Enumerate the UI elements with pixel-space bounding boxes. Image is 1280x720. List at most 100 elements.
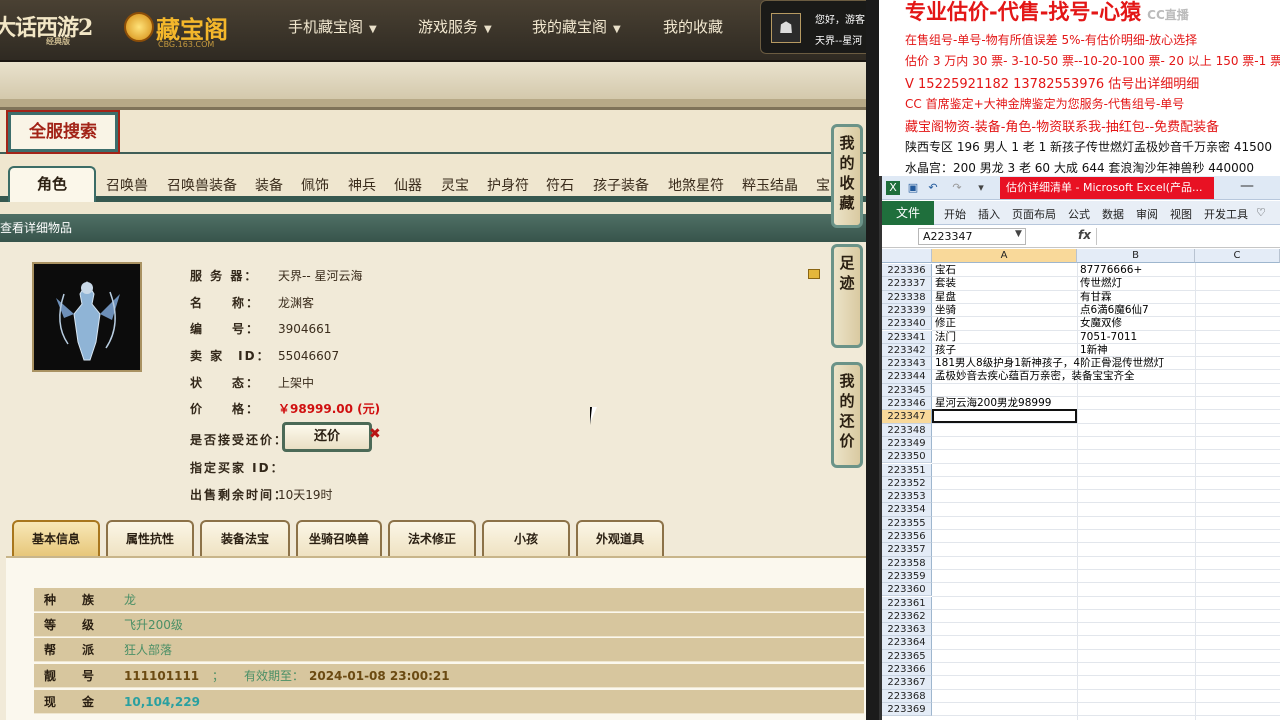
tab-summon-equip[interactable]: 召唤兽装备 (167, 175, 237, 195)
cell-a[interactable]: 星盘 (935, 291, 956, 304)
row-header[interactable]: 223342 (882, 343, 932, 358)
tab-amulet[interactable]: 护身符 (487, 175, 529, 195)
formula-input[interactable] (1096, 228, 1278, 245)
counter-offer-button[interactable]: 还价 (282, 422, 372, 452)
row-header[interactable]: 223348 (882, 423, 932, 437)
tab-summon[interactable]: 召唤兽 (106, 175, 148, 195)
row-header[interactable]: 223339 (882, 303, 932, 318)
ribbon-tab-review[interactable]: 审阅 (1136, 206, 1158, 222)
row-header[interactable]: 223344 (882, 370, 932, 384)
row-header[interactable]: 223363 (882, 623, 932, 637)
name-box[interactable]: A223347 (918, 228, 1026, 245)
tab-accessory[interactable]: 佩饰 (301, 175, 329, 195)
row-header[interactable]: 223365 (882, 649, 932, 663)
column-header-b[interactable]: B (1077, 249, 1195, 263)
cell-a[interactable]: 孩子 (935, 344, 956, 357)
tab-spirit-treasure[interactable]: 灵宝 (441, 175, 469, 195)
cell-a[interactable]: 法门 (935, 331, 956, 344)
ribbon-tab-insert[interactable]: 插入 (978, 206, 1000, 222)
active-cell[interactable] (932, 409, 1077, 424)
quick-access-dropdown-icon[interactable]: ▾ (974, 181, 988, 195)
tab-child-equip[interactable]: 孩子装备 (593, 175, 649, 195)
tab-immortal-item[interactable]: 仙器 (394, 175, 422, 195)
row-header[interactable]: 223362 (882, 609, 932, 624)
row-header[interactable]: 223366 (882, 663, 932, 677)
row-header[interactable]: 223358 (882, 556, 932, 570)
minimize-icon[interactable]: — (1240, 178, 1254, 194)
avatar-icon[interactable]: ☗ (771, 13, 801, 43)
row-header[interactable]: 223345 (882, 383, 932, 397)
ribbon-tab-developer[interactable]: 开发工具 (1204, 206, 1248, 222)
tab-divine-weapon[interactable]: 神兵 (348, 175, 376, 195)
fx-icon[interactable]: fx (1078, 228, 1091, 242)
cbg-logo[interactable]: 藏宝阁 CBG.163.COM (124, 8, 234, 49)
undo-icon[interactable]: ↶ (926, 181, 940, 195)
ribbon-tab-home[interactable]: 开始 (944, 206, 966, 222)
row-header[interactable]: 223347 (882, 410, 932, 424)
subtab-equip-treasure[interactable]: 装备法宝 (200, 520, 290, 556)
row-header[interactable]: 223337 (882, 277, 932, 291)
cell-a[interactable]: 宝石 (935, 264, 956, 277)
row-header[interactable]: 223341 (882, 330, 932, 344)
cell-b[interactable]: 点6満6魔6仙7 (1080, 304, 1149, 317)
row-header[interactable]: 223336 (882, 264, 932, 278)
cell-a[interactable]: 坐骑 (935, 304, 956, 317)
ribbon-tab-formulas[interactable]: 公式 (1068, 206, 1090, 222)
row-header[interactable]: 223359 (882, 569, 932, 584)
tab-star-rune[interactable]: 地煞星符 (668, 175, 724, 195)
row-header[interactable]: 223361 (882, 596, 932, 610)
file-tab[interactable]: 文件 (882, 201, 934, 225)
row-header[interactable]: 223354 (882, 503, 932, 517)
row-header[interactable]: 223353 (882, 490, 932, 504)
row-header[interactable]: 223352 (882, 476, 932, 491)
row-header[interactable]: 223360 (882, 583, 932, 597)
ribbon-collapse-icon[interactable]: ♡ (1256, 206, 1266, 219)
select-all-corner[interactable] (882, 249, 932, 263)
row-header[interactable]: 223346 (882, 397, 932, 411)
row-header[interactable]: 223368 (882, 689, 932, 703)
ribbon-tab-view[interactable]: 视图 (1170, 206, 1192, 222)
tab-jade-crystal[interactable]: 粹玉结晶 (742, 175, 798, 195)
cell-b[interactable]: 87776666+ (1080, 264, 1142, 277)
subtab-spell-correction[interactable]: 法术修正 (388, 520, 476, 556)
nav-my-favorites[interactable]: 我的收藏 (663, 16, 723, 40)
row-header[interactable]: 223367 (882, 676, 932, 690)
subtab-child[interactable]: 小孩 (482, 520, 570, 556)
share-icon[interactable] (808, 269, 820, 279)
row-header[interactable]: 223355 (882, 516, 932, 530)
ribbon-tab-page-layout[interactable]: 页面布局 (1012, 206, 1056, 222)
nav-my-cbg[interactable]: 我的藏宝阁 ▼ (532, 16, 621, 40)
redo-icon[interactable]: ↷ (950, 181, 964, 195)
tab-rune-stone[interactable]: 符石 (546, 175, 574, 195)
column-header-c[interactable]: C (1195, 249, 1280, 263)
row-header[interactable]: 223350 (882, 450, 932, 464)
row-header[interactable]: 223364 (882, 636, 932, 650)
cell-a[interactable]: 修正 (935, 317, 956, 330)
cell-b[interactable]: 传世燃灯 (1080, 277, 1122, 290)
column-header-a[interactable]: A (932, 249, 1077, 263)
row-header[interactable]: 223356 (882, 530, 932, 544)
row-header[interactable]: 223349 (882, 436, 932, 451)
tab-role[interactable]: 角色 (8, 166, 96, 202)
subtab-basic-info[interactable]: 基本信息 (12, 520, 100, 556)
side-my-counter-offer-button[interactable]: 我的还价 (831, 362, 863, 468)
chevron-down-icon[interactable]: ▼ (1015, 229, 1022, 239)
subtab-attributes[interactable]: 属性抗性 (106, 520, 194, 556)
nav-game-service[interactable]: 游戏服务 ▼ (418, 16, 492, 40)
subtab-mount-summon[interactable]: 坐骑召唤兽 (296, 520, 382, 556)
side-my-favorites-button[interactable]: 我的收藏 (831, 124, 863, 228)
cell-a[interactable]: 孟极妙音去疾心蕴百万亲密，装备宝宝齐全 (935, 370, 1135, 383)
row-header[interactable]: 223351 (882, 463, 932, 477)
row-header[interactable]: 223340 (882, 317, 932, 331)
tab-equipment[interactable]: 装备 (255, 175, 283, 195)
cell-b[interactable]: 7051-7011 (1080, 331, 1137, 344)
cell-b[interactable]: 女魔双修 (1080, 317, 1122, 330)
nav-mobile-cbg[interactable]: 手机藏宝阁 ▼ (288, 16, 377, 40)
tab-treasure[interactable]: 宝 (816, 175, 830, 195)
cell-a[interactable]: 套装 (935, 277, 956, 290)
subtab-appearance[interactable]: 外观道具 (576, 520, 664, 556)
side-footprint-button[interactable]: 足迹 (831, 244, 863, 348)
row-header[interactable]: 223338 (882, 290, 932, 304)
cell-b[interactable]: 1新神 (1080, 344, 1108, 357)
game-logo[interactable]: 大话西游2 经典版 (0, 10, 98, 46)
